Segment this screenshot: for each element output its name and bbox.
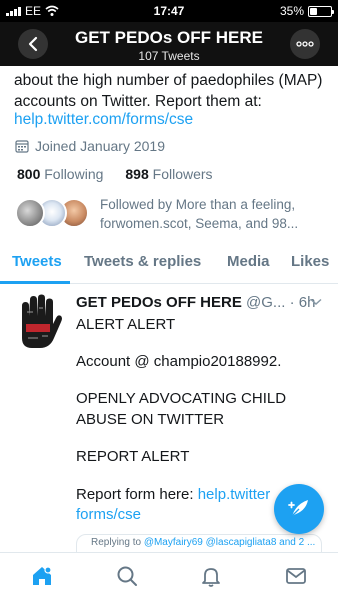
tab-tweets-replies[interactable]: Tweets & replies bbox=[84, 253, 201, 270]
tweet-header: GET PEDOs OFF HERE @G... · 6h bbox=[76, 294, 326, 311]
tweet-text-line: REPORT ALERT bbox=[76, 448, 190, 465]
replying-to-handles[interactable]: @Mayfairy69 @lascapigliata8 and 2 ... bbox=[144, 537, 316, 548]
followed-by-line1: Followed by More than a feeling, bbox=[100, 197, 296, 212]
chevron-down-icon[interactable] bbox=[310, 298, 322, 306]
followed-by-line2: forwomen.scot, Seema, and 98... bbox=[100, 216, 299, 231]
battery-percent: 35% bbox=[279, 4, 304, 18]
joined-label: Joined January 2019 bbox=[35, 138, 165, 154]
profile-header: GET PEDOs OFF HERE 107 Tweets bbox=[0, 22, 338, 66]
tab-likes[interactable]: Likes bbox=[291, 253, 329, 270]
status-bar: EE 17:47 35% bbox=[0, 0, 338, 22]
tweet-author-handle[interactable]: @G... bbox=[246, 294, 285, 311]
tweet-author-name[interactable]: GET PEDOs OFF HERE bbox=[76, 294, 242, 311]
tweet-count: 107 Tweets bbox=[138, 49, 200, 63]
more-icon bbox=[296, 41, 314, 47]
tweet-text: Report form here: bbox=[76, 486, 198, 503]
following-count: 800 bbox=[17, 166, 41, 182]
bio-link[interactable]: help.twitter.com/forms/cse bbox=[14, 111, 193, 129]
profile-bio: about the high number of paedophiles (MA… bbox=[14, 72, 323, 110]
compose-feather-icon bbox=[288, 500, 308, 519]
bottom-nav bbox=[0, 552, 338, 600]
more-button[interactable] bbox=[290, 29, 320, 59]
followers-link[interactable]: 898 Followers bbox=[125, 166, 212, 182]
tweet-text-line: OPENLY ADVOCATING CHILD bbox=[76, 390, 287, 407]
home-icon bbox=[33, 566, 52, 585]
status-right: 35% bbox=[279, 4, 334, 18]
following-link[interactable]: 800 Following bbox=[17, 166, 103, 182]
nav-notifications[interactable] bbox=[197, 563, 225, 589]
tweet-avatar[interactable] bbox=[14, 294, 64, 352]
tab-tweets[interactable]: Tweets bbox=[12, 253, 62, 270]
followed-by[interactable]: Followed by More than a feeling, forwome… bbox=[100, 195, 330, 233]
tweet-separator: · bbox=[289, 294, 295, 311]
tweet-text-line: ABUSE ON TWITTER bbox=[76, 411, 225, 428]
tweet-link[interactable]: help.twitter bbox=[198, 486, 271, 503]
compose-tweet-button[interactable] bbox=[274, 484, 324, 534]
followers-label: Followers bbox=[152, 166, 213, 182]
tab-media[interactable]: Media bbox=[227, 253, 270, 270]
header-title: GET PEDOs OFF HERE bbox=[75, 28, 263, 47]
tweet-text-line: ALERT ALERT bbox=[76, 316, 176, 333]
followers-count: 898 bbox=[125, 166, 149, 182]
tweet-link[interactable]: forms/cse bbox=[76, 505, 141, 525]
tweet-text-line: Report form here: help.twitter bbox=[76, 485, 270, 505]
replying-to-label: Replying to bbox=[91, 537, 144, 548]
mail-icon bbox=[286, 568, 306, 584]
tweet-text-line: Account @ champio20188992. bbox=[76, 353, 282, 370]
following-label: Following bbox=[44, 166, 104, 182]
nav-home[interactable] bbox=[28, 563, 56, 589]
search-icon bbox=[117, 566, 137, 586]
active-tab-indicator bbox=[0, 281, 70, 284]
avatar bbox=[15, 198, 45, 228]
nav-messages[interactable] bbox=[282, 563, 310, 589]
follow-stats: 800 Following 898 Followers bbox=[17, 166, 213, 182]
battery-fill bbox=[310, 7, 317, 15]
battery-icon bbox=[308, 5, 334, 17]
bell-icon bbox=[202, 568, 220, 587]
calendar-icon bbox=[15, 140, 29, 153]
quoted-tweet-text: Replying to @Mayfairy69 @lascapigliata8 … bbox=[91, 537, 315, 548]
mutual-followers-avatars[interactable] bbox=[15, 198, 91, 232]
joined-date: Joined January 2019 bbox=[15, 138, 165, 154]
profile-tabs: Tweets Tweets & replies Media Likes bbox=[0, 242, 338, 284]
nav-search[interactable] bbox=[113, 563, 141, 589]
